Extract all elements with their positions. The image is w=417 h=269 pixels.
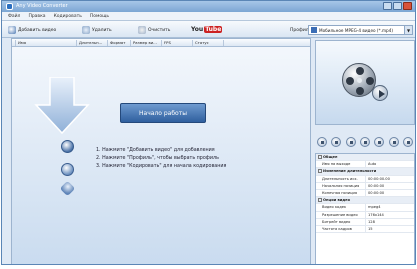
chevron-down-icon[interactable]: ▼ [404, 26, 412, 34]
file-list-header: Имя Длительн... Формат Размер ви... FPS … [12, 39, 310, 47]
reel-hub [357, 78, 362, 83]
property-key: Длительность исх. [316, 175, 366, 182]
remove-button[interactable]: Удалить [82, 25, 112, 35]
add-video-icon [8, 26, 16, 34]
reel-hole [356, 87, 364, 95]
pause-icon[interactable] [331, 137, 342, 147]
collapse-icon[interactable] [318, 155, 322, 159]
property-row[interactable]: Конечная позиция 00:00:00 [316, 189, 414, 198]
group-video-options[interactable]: Опции видео [316, 197, 414, 205]
play-icon[interactable] [317, 137, 327, 147]
close-button[interactable] [403, 2, 412, 10]
minimize-button[interactable] [383, 2, 392, 10]
start-button[interactable]: Начало работы [120, 103, 206, 123]
property-value[interactable]: 00:00:00 [366, 183, 384, 189]
property-row[interactable]: Имя на выходе Auto [316, 161, 414, 169]
property-key: Конечная позиция [316, 189, 366, 197]
property-row[interactable]: Начальная позиция 00:00:00 [316, 182, 414, 190]
clear-label: Очистить [148, 27, 171, 33]
property-row[interactable]: Видео кодек mpeg4 [316, 204, 414, 212]
app-window: Any Video Converter Файл Правка Кодирова… [1, 0, 416, 265]
select-all-checkbox[interactable] [12, 40, 16, 46]
maximize-button[interactable] [393, 2, 402, 10]
property-row[interactable]: Битрейт видео 128 [316, 218, 414, 226]
next-icon[interactable] [374, 137, 385, 147]
collapse-icon[interactable] [318, 169, 322, 174]
profile-step-icon [61, 163, 74, 176]
properties-grid: Общее Имя на выходе Auto Изменение длите… [315, 153, 415, 264]
group-title: Опции видео [323, 198, 351, 203]
menu-help[interactable]: Помощь [90, 14, 109, 19]
column-status[interactable]: Статус [194, 40, 224, 46]
instruction-step-2: 2. Нажмите "Профиль", чтобы выбрать проф… [96, 156, 219, 161]
property-row[interactable]: Частота кадров 15 [316, 225, 414, 234]
property-key: Видео кодек [316, 204, 366, 211]
add-video-button[interactable]: Добавить видео [8, 25, 56, 35]
instruction-step-1: 1. Нажмите "Добавить видео" для добавлен… [96, 148, 215, 153]
empty-list-guide: Начало работы 1. Нажмите "Добавить видео… [12, 47, 310, 264]
mobile-profile-icon [311, 27, 317, 33]
film-reel-icon [342, 63, 376, 97]
property-key: Имя на выходе [316, 161, 366, 168]
window-title: Any Video Converter [16, 3, 68, 9]
reel-hole [366, 77, 374, 85]
toolbar: Добавить видео Удалить Очистить You Tube… [2, 21, 415, 38]
preview-panel: Общее Имя на выходе Auto Изменение длите… [313, 38, 415, 264]
property-value[interactable]: 00:00:00.00 [366, 176, 390, 182]
property-key: Частота кадров [316, 225, 366, 233]
play-overlay-icon [372, 85, 388, 101]
menu-file[interactable]: Файл [8, 14, 20, 19]
group-trim[interactable]: Изменение длительности [316, 168, 414, 176]
snapshot-icon[interactable] [388, 137, 399, 147]
youtube-logo-tube: Tube [204, 26, 223, 33]
property-key: Начальная позиция [316, 182, 366, 189]
playback-controls [315, 137, 415, 149]
column-fps[interactable]: FPS [163, 40, 193, 46]
column-name[interactable]: Имя [17, 40, 77, 46]
group-title: Изменение длительности [323, 169, 377, 174]
property-value[interactable]: mpeg4 [366, 204, 381, 210]
property-row[interactable]: Длительность исх. 00:00:00.00 [316, 175, 414, 183]
youtube-logo-you: You [191, 26, 204, 33]
instruction-step-3: 3. Нажмите "Кодировать" для начала кодир… [96, 164, 227, 169]
reel-hole [356, 67, 364, 75]
video-preview [315, 40, 415, 125]
youtube-button[interactable]: You Tube [191, 25, 223, 34]
column-duration[interactable]: Длительн... [78, 40, 108, 46]
column-video-size[interactable]: Размер ви... [132, 40, 162, 46]
column-format[interactable]: Формат [109, 40, 131, 46]
add-video-label: Добавить видео [18, 27, 57, 33]
reel-hole [346, 77, 354, 85]
property-value[interactable]: 00:00:00 [366, 190, 384, 196]
property-value[interactable]: 176x144 [366, 212, 384, 218]
menu-edit[interactable]: Правка [28, 14, 45, 19]
property-value[interactable]: 15 [366, 226, 373, 232]
add-video-step-icon [61, 140, 74, 153]
previous-icon[interactable] [359, 137, 370, 147]
remove-icon [82, 26, 90, 34]
down-arrow-icon [34, 77, 90, 135]
property-value[interactable]: Auto [366, 161, 376, 167]
clear-icon [138, 26, 146, 34]
encode-step-icon [59, 180, 76, 197]
property-value[interactable]: 128 [366, 219, 375, 225]
menu-bar: Файл Правка Кодировать Помощь [2, 12, 415, 21]
app-logo-icon [6, 3, 13, 10]
stop-icon[interactable] [345, 137, 356, 147]
file-list-panel: Имя Длительн... Формат Размер ви... FPS … [11, 38, 311, 264]
clear-button[interactable]: Очистить [138, 25, 170, 35]
group-title: Общее [323, 155, 338, 159]
profile-value: Мобильное MPEG-4 видео (*.mp4) [319, 27, 394, 33]
title-bar: Any Video Converter [2, 1, 415, 12]
group-general[interactable]: Общее [316, 154, 414, 162]
remove-label: Удалить [92, 27, 112, 33]
window-controls [382, 2, 412, 10]
property-key: Битрейт видео [316, 218, 366, 225]
menu-encode[interactable]: Кодировать [54, 14, 82, 19]
property-row[interactable]: Разрешение видео 176x144 [316, 211, 414, 219]
volume-icon[interactable] [402, 137, 413, 147]
property-key: Разрешение видео [316, 211, 366, 218]
profile-select[interactable]: Мобильное MPEG-4 видео (*.mp4) ▼ [308, 25, 413, 35]
collapse-icon[interactable] [318, 198, 322, 203]
